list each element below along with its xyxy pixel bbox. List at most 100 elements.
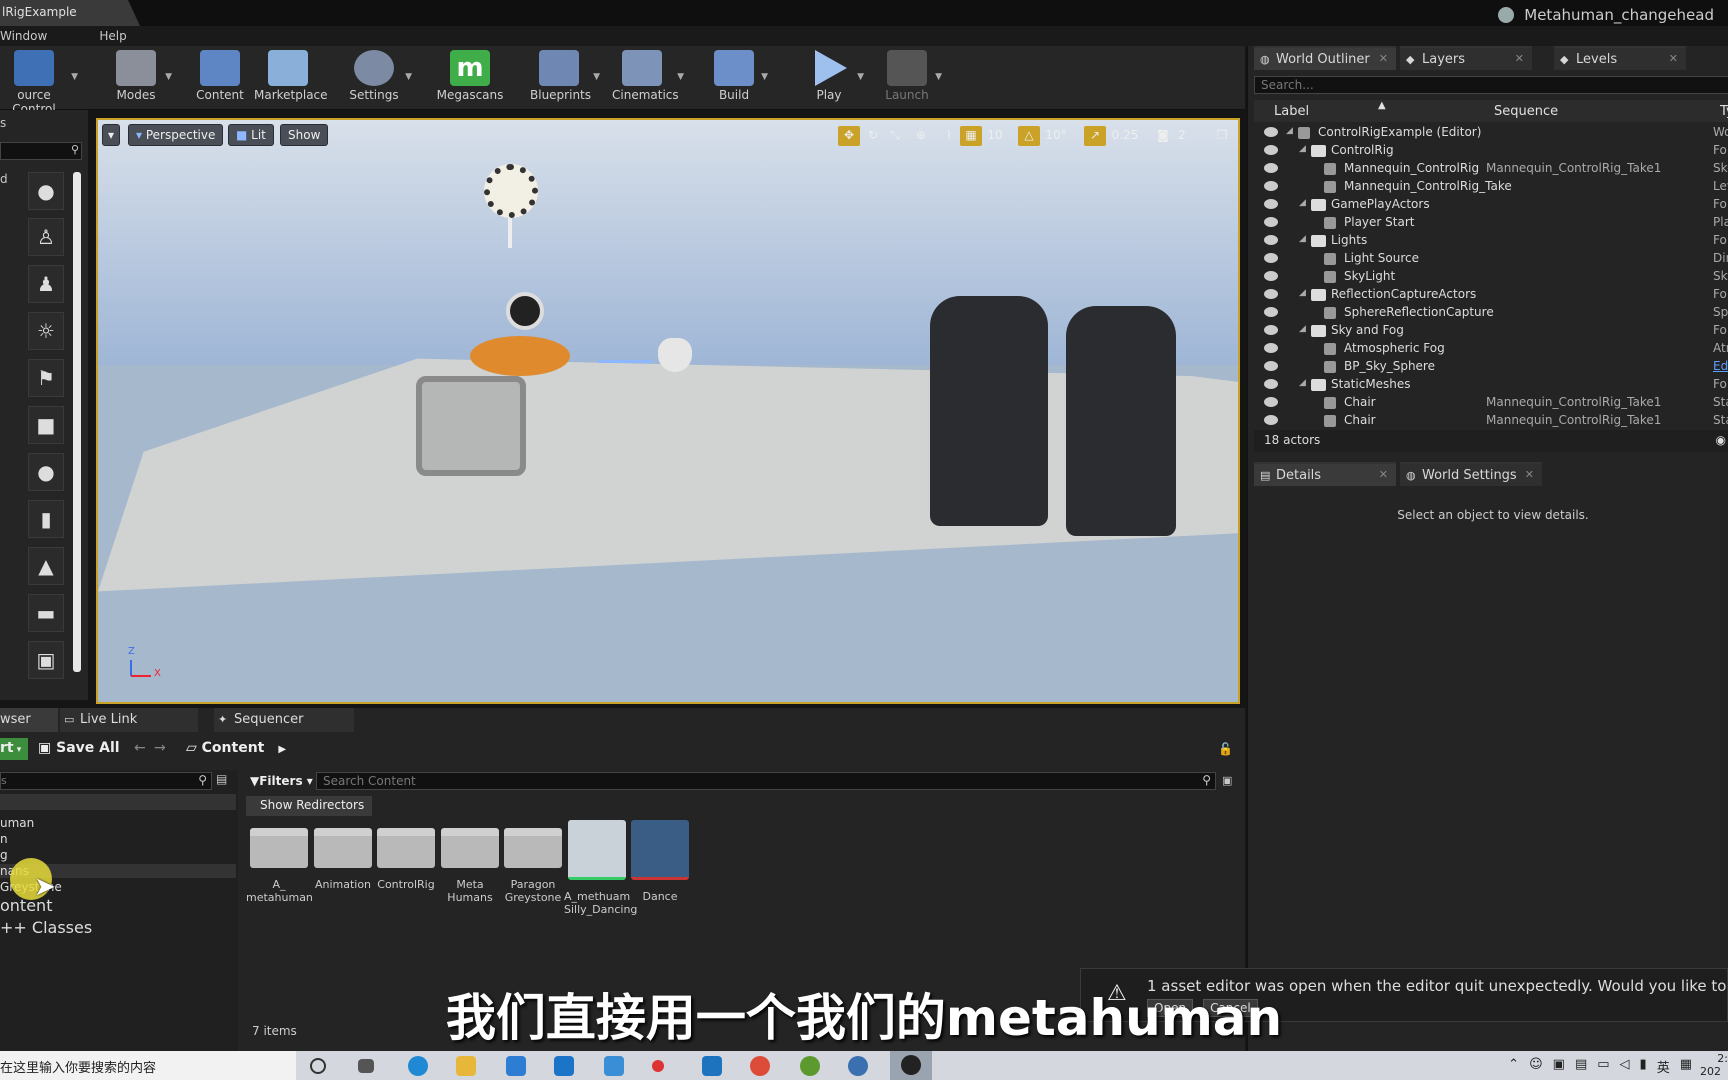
visibility-eye-icon[interactable] (1264, 253, 1278, 263)
player-start-icon[interactable] (658, 338, 692, 372)
megascans-button[interactable]: m Megascans (436, 50, 504, 108)
unreal-taskbar-button[interactable] (890, 1051, 932, 1080)
tree-item[interactable]: n (0, 832, 8, 846)
place-item-plane[interactable]: ▬ (28, 594, 64, 632)
cortana-icon[interactable] (310, 1058, 326, 1074)
file-explorer-icon[interactable] (456, 1056, 476, 1076)
visibility-eye-icon[interactable] (1264, 127, 1278, 137)
chevron-up-icon[interactable]: ⌃ (1508, 1057, 1519, 1080)
place-item-player-start[interactable]: ⚑ (28, 359, 64, 397)
place-search-input[interactable]: ⚲ (0, 142, 82, 160)
store-icon[interactable] (506, 1056, 526, 1076)
task-view-icon[interactable] (358, 1059, 374, 1073)
lock-icon[interactable]: 🔓 (1218, 742, 1233, 756)
source-control-button[interactable]: ource Control ▼ (0, 50, 78, 116)
outliner-row[interactable]: ◢ ControlRigExample (Editor) Wo (1254, 124, 1728, 142)
visibility-eye-icon[interactable] (1264, 181, 1278, 191)
visibility-eye-icon[interactable] (1264, 397, 1278, 407)
tab-sequencer[interactable]: ✦ Sequencer (214, 708, 354, 732)
play-button[interactable]: Play ▼ (806, 50, 864, 108)
outliner-row[interactable]: ◢ GamePlayActors Fol (1254, 196, 1728, 214)
tree-item[interactable]: ++ Classes (0, 918, 92, 937)
column-sequence[interactable]: Sequence (1494, 104, 1558, 119)
record-icon[interactable] (652, 1060, 664, 1072)
back-arrow-icon[interactable]: ← (134, 740, 146, 756)
folder-search-input[interactable]: s ⚲ (0, 772, 212, 790)
rotate-tool-icon[interactable]: ↻ (862, 126, 884, 146)
place-item-point-light[interactable]: ☼ (28, 312, 64, 350)
expand-arrow-icon[interactable]: ◢ (1299, 198, 1306, 208)
visibility-eye-icon[interactable] (1264, 289, 1278, 299)
place-item-cube[interactable]: ■ (28, 406, 64, 444)
scale-snap-icon[interactable]: ↗ (1084, 126, 1106, 146)
tree-root-row[interactable] (0, 794, 236, 810)
taskbar-search-input[interactable]: 在这里输入你要搜索的内容 (0, 1051, 296, 1080)
close-icon[interactable]: ✕ (1669, 52, 1678, 65)
save-search-icon[interactable]: ▣ (1222, 774, 1232, 787)
reflection-capture-icon[interactable] (506, 292, 544, 330)
path-breadcrumb[interactable]: ▱ Content ▶ (186, 740, 286, 756)
person-icon[interactable]: ☺ (1529, 1057, 1543, 1080)
place-tab-label[interactable]: s (0, 116, 6, 130)
taskbar-clock[interactable]: 2: 202 (1700, 1051, 1728, 1080)
expand-arrow-icon[interactable]: ◢ (1299, 234, 1306, 244)
rotation-snap-value[interactable]: 10° (1042, 126, 1070, 146)
scale-snap-value[interactable]: 0.25 (1108, 126, 1142, 146)
outliner-row[interactable]: SphereReflectionCapture Sph (1254, 304, 1728, 322)
tab-world-outliner[interactable]: ◍ World Outliner ✕ (1254, 46, 1396, 70)
visibility-eye-icon[interactable] (1264, 379, 1278, 389)
place-item-sphere[interactable]: ● (28, 453, 64, 491)
dropdown-arrow-icon[interactable]: ▼ (857, 72, 864, 82)
metahuman-character-1[interactable] (930, 296, 1048, 526)
app-circle-icon[interactable] (800, 1056, 820, 1076)
camera-speed-value[interactable]: 2 (1174, 126, 1190, 146)
bilibili-icon[interactable] (702, 1056, 722, 1076)
chrome-icon[interactable] (750, 1056, 770, 1076)
table-mesh[interactable] (470, 336, 570, 376)
outliner-row[interactable]: ◢ Lights Fol (1254, 232, 1728, 250)
place-panel-scrollbar[interactable] (73, 172, 81, 672)
camera-speed-icon[interactable]: ◙ (1152, 126, 1174, 146)
asset-tile[interactable]: Dance (627, 820, 693, 903)
visibility-eye-icon[interactable] (1264, 217, 1278, 227)
place-item-pawn[interactable]: ♟ (28, 265, 64, 303)
show-redirectors-toggle[interactable]: Show Redirectors (246, 796, 373, 816)
visibility-eye-icon[interactable] (1264, 163, 1278, 173)
view-mode-button[interactable]: ■ Lit (228, 124, 274, 146)
close-icon[interactable]: ✕ (1379, 468, 1388, 481)
visibility-eye-icon[interactable] (1264, 145, 1278, 155)
directional-light-icon[interactable] (484, 164, 538, 218)
place-item-empty-actor[interactable]: ● (28, 172, 64, 210)
outliner-row[interactable]: Chair Mannequin_ControlRig_Take1 Sta (1254, 412, 1728, 430)
surface-snap-icon[interactable]: ⌇ (938, 126, 960, 146)
tab-live-link[interactable]: ▭ Live Link (60, 708, 198, 732)
vr-icon[interactable] (848, 1056, 868, 1076)
outliner-row[interactable]: Light Source Dir (1254, 250, 1728, 268)
asset-tile[interactable]: Animation (310, 820, 376, 891)
outliner-row[interactable]: Mannequin_ControlRig Mannequin_ControlRig… (1254, 160, 1728, 178)
outliner-row[interactable]: ◢ StaticMeshes Fol (1254, 376, 1728, 394)
rotation-snap-icon[interactable]: △ (1018, 126, 1040, 146)
dropdown-arrow-icon[interactable]: ▼ (935, 72, 942, 82)
expand-arrow-icon[interactable]: ◢ (1299, 144, 1306, 154)
menu-help[interactable]: Help (99, 29, 126, 46)
outliner-row[interactable]: Player Start Pla (1254, 214, 1728, 232)
expand-arrow-icon[interactable]: ◢ (1299, 288, 1306, 298)
import-button[interactable]: rt ▾ (0, 738, 28, 760)
viewport-options-button[interactable]: ▾ (102, 124, 121, 146)
chevron-right-icon[interactable]: ▶ (278, 744, 286, 755)
visibility-eye-icon[interactable] (1264, 235, 1278, 245)
outliner-row[interactable]: ◢ Sky and Fog Fol (1254, 322, 1728, 340)
dropdown-arrow-icon[interactable]: ▼ (165, 72, 172, 82)
build-button[interactable]: Build ▼ (712, 50, 768, 108)
place-item-cone[interactable]: ▲ (28, 547, 64, 585)
visibility-eye-icon[interactable] (1264, 343, 1278, 353)
visibility-eye-icon[interactable] (1264, 325, 1278, 335)
marketplace-button[interactable]: Marketplace (254, 50, 328, 108)
dropdown-arrow-icon[interactable]: ▼ (71, 72, 78, 82)
cinematics-button[interactable]: Cinematics ▼ (612, 50, 684, 108)
mail-icon[interactable] (554, 1056, 574, 1076)
column-type[interactable]: Ty (1720, 104, 1728, 119)
app-icon[interactable] (604, 1056, 624, 1076)
forward-arrow-icon[interactable]: → (154, 740, 166, 756)
